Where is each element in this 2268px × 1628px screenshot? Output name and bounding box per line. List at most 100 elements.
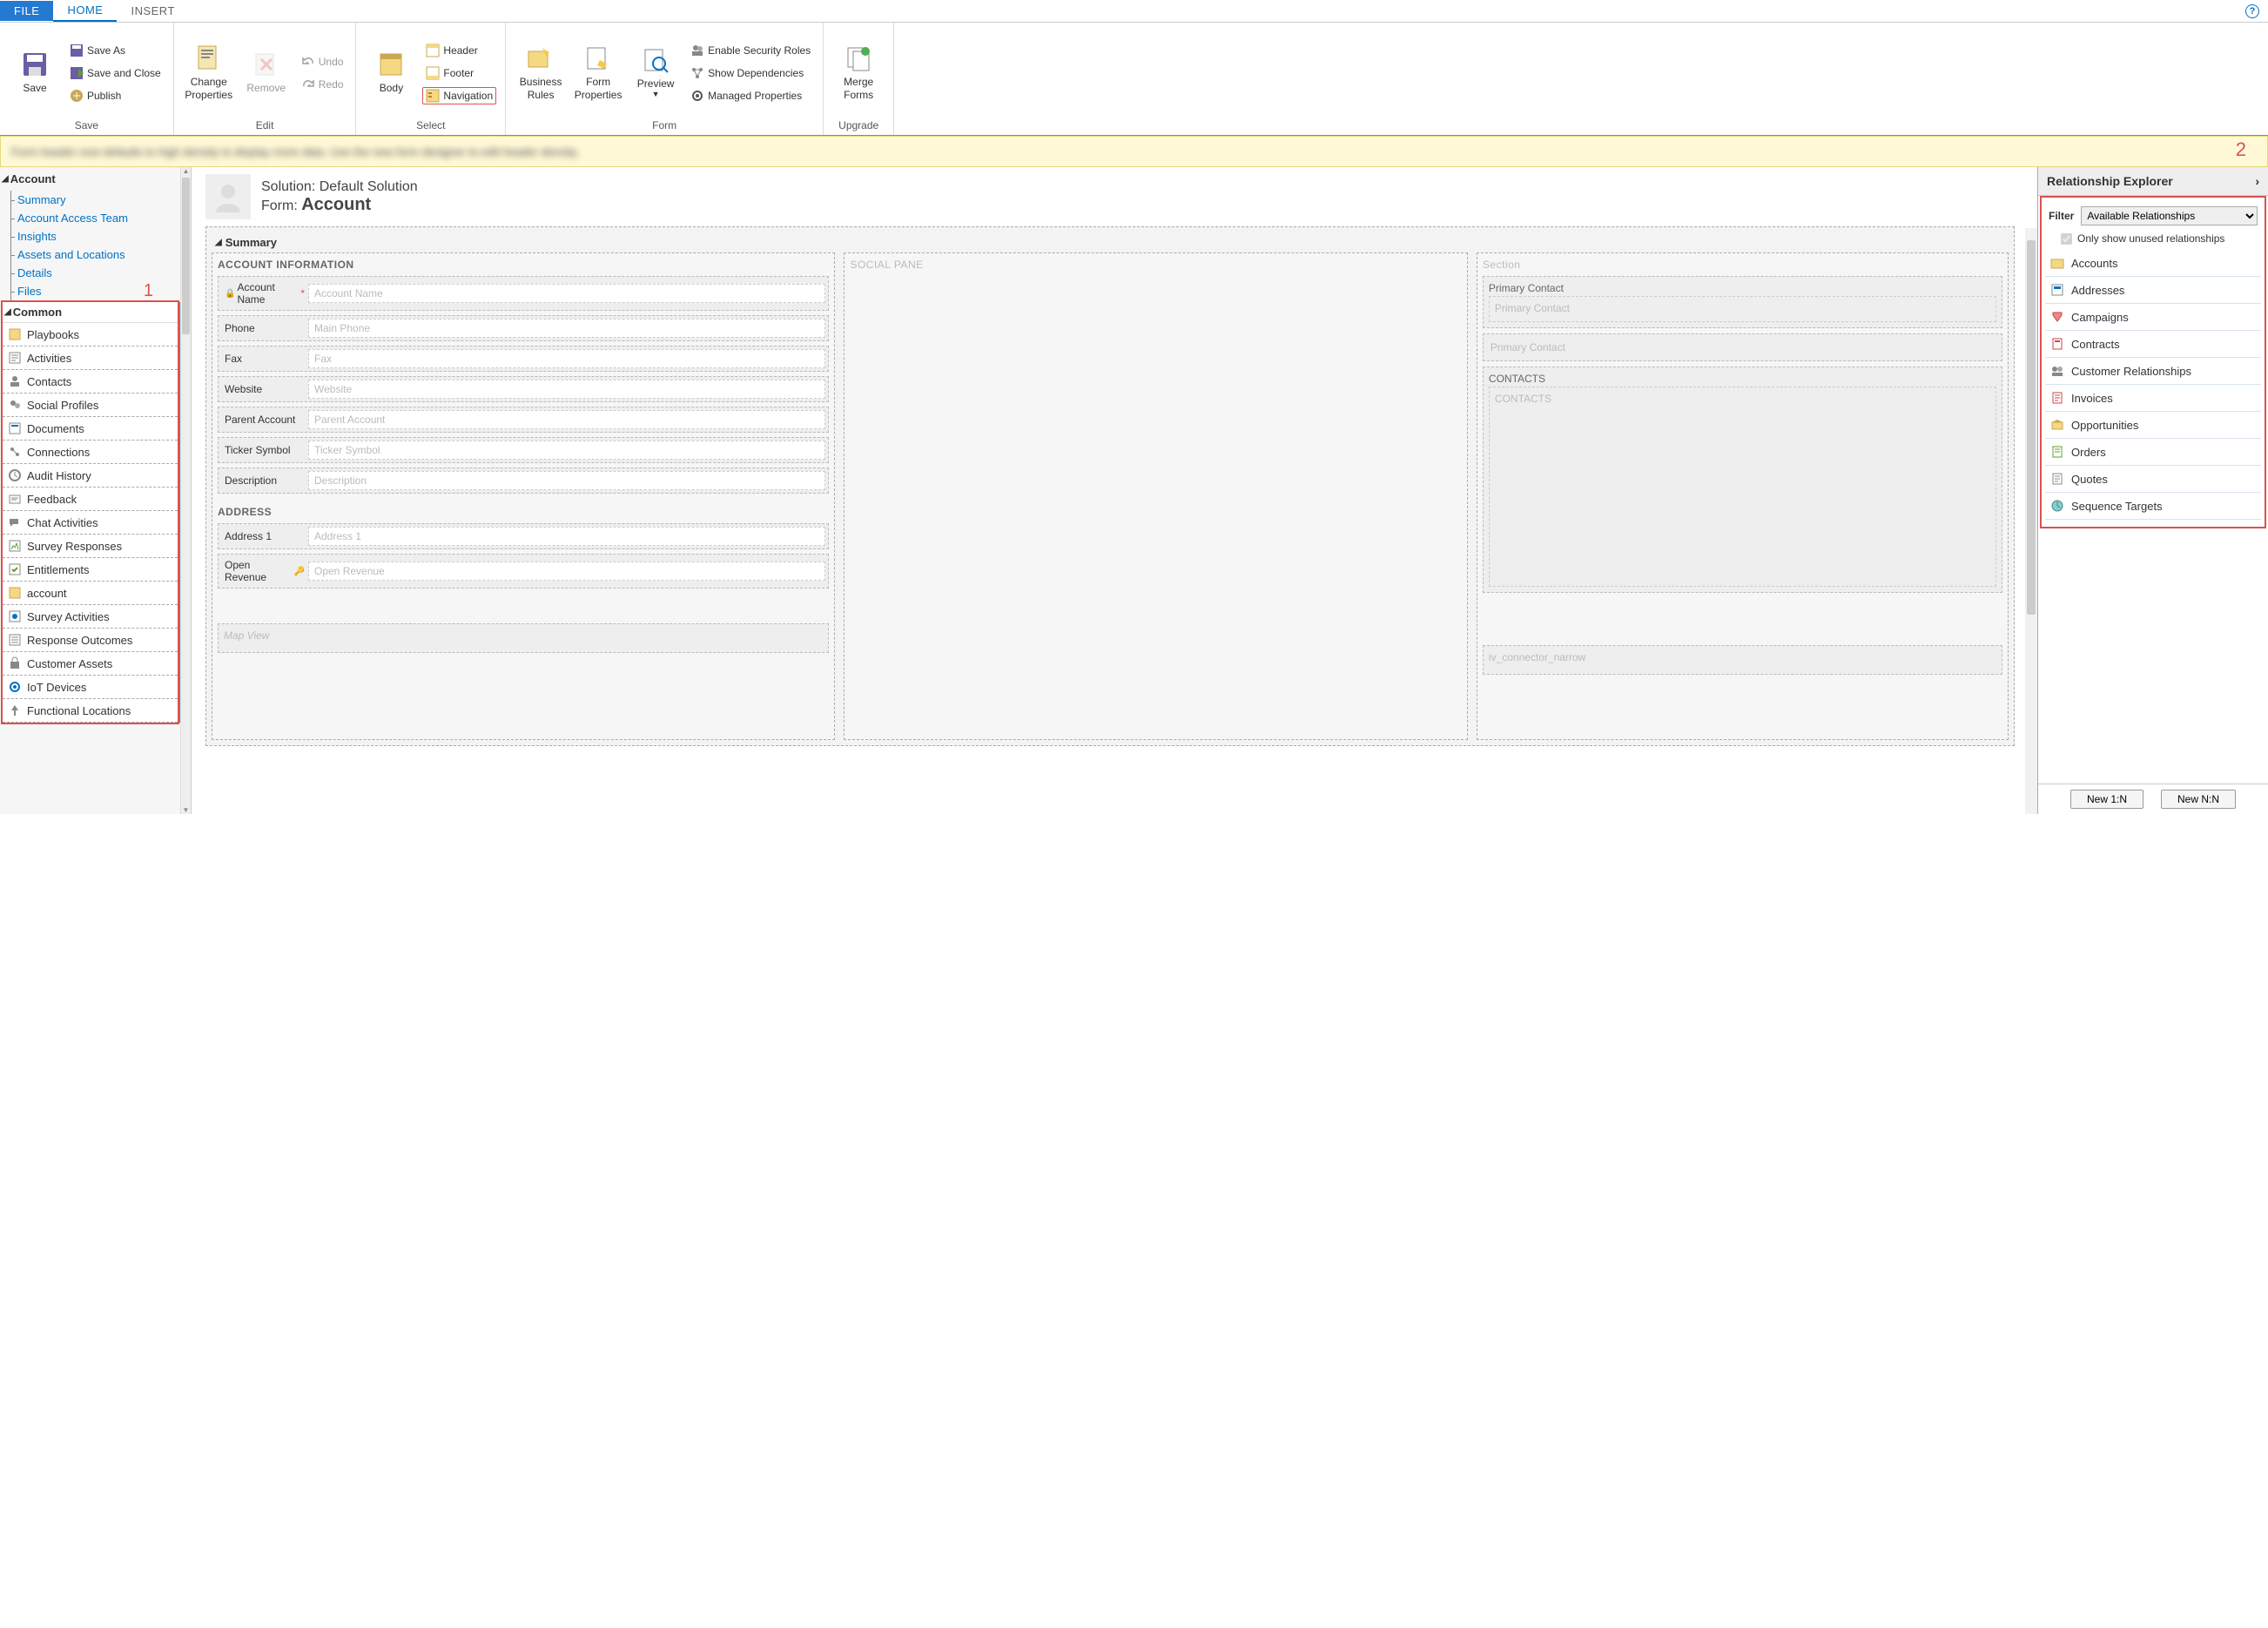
remove-button[interactable]: Remove	[240, 50, 293, 94]
nav-item[interactable]: Activities	[3, 346, 178, 370]
map-view-placeholder[interactable]: Map View	[218, 623, 829, 653]
form-field[interactable]: DescriptionDescription	[218, 468, 829, 494]
preview-button[interactable]: Preview ▼	[629, 46, 682, 99]
relationship-item-icon	[2050, 445, 2064, 459]
body-button[interactable]: Body	[365, 50, 417, 94]
nav-item[interactable]: account	[3, 582, 178, 605]
nav-item-icon	[8, 351, 22, 365]
new-1n-button[interactable]: New 1:N	[2070, 790, 2143, 809]
relationship-item[interactable]: Customer Relationships	[2045, 358, 2261, 385]
form-field[interactable]: Parent AccountParent Account	[218, 407, 829, 433]
field-placeholder: Ticker Symbol	[308, 441, 825, 460]
annotation-2: 2	[2236, 138, 2246, 161]
form-field[interactable]: Ticker SymbolTicker Symbol	[218, 437, 829, 463]
nav-item[interactable]: Connections	[3, 441, 178, 464]
nav-item-label: Survey Responses	[27, 540, 122, 553]
form-field[interactable]: WebsiteWebsite	[218, 376, 829, 402]
form-field[interactable]: PhoneMain Phone	[218, 315, 829, 341]
header-button[interactable]: Header	[422, 42, 496, 59]
contacts-subgrid[interactable]: CONTACTS CONTACTS	[1483, 367, 2002, 593]
relationship-explorer-header[interactable]: Relationship Explorer ›	[2038, 167, 2268, 196]
nav-item[interactable]: Survey Activities	[3, 605, 178, 629]
undo-button[interactable]: Undo	[298, 53, 347, 71]
business-rules-button[interactable]: Business Rules	[515, 44, 567, 101]
new-nn-button[interactable]: New N:N	[2161, 790, 2236, 809]
save-as-button[interactable]: Save As	[66, 42, 165, 59]
relationship-item[interactable]: Sequence Targets	[2045, 493, 2261, 520]
nav-item[interactable]: Audit History	[3, 464, 178, 488]
relationship-item[interactable]: Campaigns	[2045, 304, 2261, 331]
nav-item[interactable]: Documents	[3, 417, 178, 441]
relationship-item[interactable]: Contracts	[2045, 331, 2261, 358]
scroll-thumb[interactable]	[2027, 240, 2036, 615]
relationship-item[interactable]: Opportunities	[2045, 412, 2261, 439]
relationship-item-icon	[2050, 337, 2064, 351]
nav-item[interactable]: IoT Devices	[3, 676, 178, 699]
relationship-item[interactable]: Orders	[2045, 439, 2261, 466]
save-close-button[interactable]: Save and Close	[66, 64, 165, 82]
redo-button[interactable]: Redo	[298, 76, 347, 93]
relationship-item[interactable]: Invoices	[2045, 385, 2261, 412]
tab-file[interactable]: FILE	[0, 1, 53, 21]
left-scrollbar[interactable]: ▲ ▼	[180, 167, 191, 814]
change-properties-button[interactable]: Change Properties	[183, 44, 235, 101]
nav-item[interactable]: Survey Responses	[3, 535, 178, 558]
nav-item[interactable]: Feedback	[3, 488, 178, 511]
nav-item-icon	[8, 445, 22, 459]
tree-account-header[interactable]: ◢Account	[0, 167, 180, 191]
nav-common-header[interactable]: ◢Common	[3, 302, 178, 323]
footer-button[interactable]: Footer	[422, 64, 496, 82]
managed-properties-button[interactable]: Managed Properties	[687, 87, 814, 104]
form-field[interactable]: Address 1Address 1	[218, 523, 829, 549]
tree-item[interactable]: Details	[0, 264, 180, 282]
tree-item[interactable]: Summary	[0, 191, 180, 209]
field-placeholder: Fax	[308, 349, 825, 368]
nav-item[interactable]: Social Profiles	[3, 394, 178, 417]
canvas-scrollbar[interactable]	[2025, 228, 2037, 814]
only-unused-row[interactable]: Only show unused relationships	[2045, 231, 2261, 250]
form-properties-button[interactable]: Form Properties	[572, 44, 624, 101]
section-account-info[interactable]: ACCOUNT INFORMATION 🔒Account Name*Accoun…	[212, 252, 835, 740]
only-unused-checkbox[interactable]	[2061, 233, 2072, 245]
help-icon[interactable]: ?	[2245, 4, 2259, 18]
tab-summary[interactable]: ◢Summary ACCOUNT INFORMATION 🔒Account Na…	[205, 226, 2015, 746]
section-title: Section	[1483, 259, 2002, 276]
ribbon: Save Save As Save and Close Publish Save…	[0, 23, 2268, 136]
form-field[interactable]: Open Revenue🔑Open Revenue	[218, 554, 829, 589]
nav-item[interactable]: Entitlements	[3, 558, 178, 582]
relationship-item[interactable]: Accounts	[2045, 250, 2261, 277]
show-dependencies-button[interactable]: Show Dependencies	[687, 64, 814, 82]
nav-item-label: Connections	[27, 446, 90, 459]
nav-item[interactable]: Functional Locations	[3, 699, 178, 723]
nav-item[interactable]: Chat Activities	[3, 511, 178, 535]
tab-insert[interactable]: INSERT	[117, 1, 188, 21]
publish-button[interactable]: Publish	[66, 87, 165, 104]
nav-item-label: Chat Activities	[27, 516, 98, 529]
relationship-item[interactable]: Addresses	[2045, 277, 2261, 304]
form-field[interactable]: 🔒Account Name*Account Name	[218, 276, 829, 311]
tab-home[interactable]: HOME	[53, 0, 117, 22]
nav-item[interactable]: Contacts	[3, 370, 178, 394]
form-field[interactable]: FaxFax	[218, 346, 829, 372]
filter-select[interactable]: Available Relationships	[2081, 206, 2258, 225]
iv-connector-placeholder[interactable]: iv_connector_narrow	[1483, 645, 2002, 675]
scroll-thumb[interactable]	[182, 178, 190, 334]
section-social-pane[interactable]: SOCIAL PANE	[844, 252, 1467, 740]
primary-contact-field[interactable]: Primary Contact Primary Contact	[1483, 276, 2002, 328]
save-button[interactable]: Save	[9, 50, 61, 94]
navigation-button[interactable]: Navigation	[422, 87, 496, 104]
nav-item[interactable]: Customer Assets	[3, 652, 178, 676]
tree-item[interactable]: Insights	[0, 227, 180, 246]
solution-label: Solution: Default Solution	[261, 179, 418, 195]
nav-item[interactable]: Playbooks	[3, 323, 178, 346]
security-roles-button[interactable]: Enable Security Roles	[687, 42, 814, 59]
group-label-edit: Edit	[183, 118, 347, 133]
relationship-item[interactable]: Quotes	[2045, 466, 2261, 493]
merge-forms-button[interactable]: Merge Forms	[832, 44, 885, 101]
save-close-icon	[70, 66, 84, 80]
primary-contact-qv[interactable]: Primary Contact	[1483, 333, 2002, 361]
tree-item[interactable]: Account Access Team	[0, 209, 180, 227]
section-right[interactable]: Section Primary Contact Primary Contact …	[1477, 252, 2009, 740]
nav-item[interactable]: Response Outcomes	[3, 629, 178, 652]
tree-item[interactable]: Assets and Locations	[0, 246, 180, 264]
